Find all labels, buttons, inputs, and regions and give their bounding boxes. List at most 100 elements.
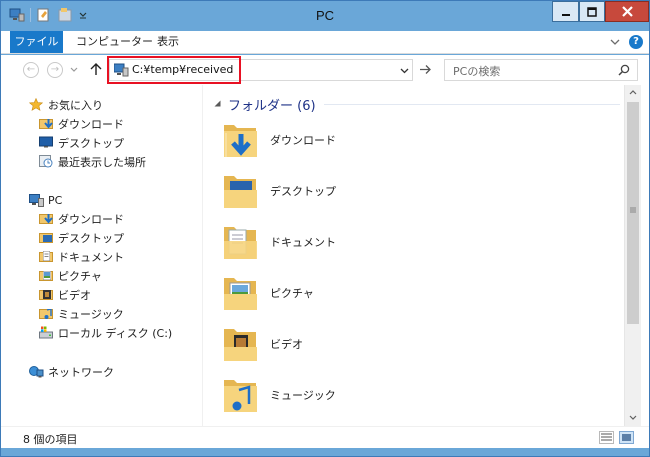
group-divider (323, 103, 620, 105)
documents-folder-icon (220, 221, 260, 263)
folder-tile-label: ミュージック (270, 389, 336, 402)
nav-favorites-label: お気に入り (48, 98, 103, 112)
maximize-button[interactable] (579, 1, 605, 22)
tab-view[interactable]: 表示 (151, 31, 185, 53)
close-button[interactable] (605, 1, 649, 22)
folder-tile-label: ダウンロード (270, 134, 336, 147)
nav-pc-desktop[interactable]: デスクトップ (39, 228, 124, 247)
recent-places-icon (39, 155, 53, 168)
desktop-folder-icon (220, 170, 260, 212)
desktop-folder-icon (39, 231, 53, 244)
vertical-scrollbar[interactable] (624, 85, 641, 426)
nav-pc[interactable]: PC (29, 191, 62, 210)
nav-pc-documents-label: ドキュメント (58, 250, 124, 264)
address-dropdown-icon[interactable] (400, 68, 409, 74)
nav-pc-pictures-label: ピクチャ (58, 269, 102, 283)
minimize-button[interactable] (552, 1, 579, 22)
recent-locations-chevron-icon[interactable] (70, 67, 78, 73)
nav-pc-local-disk[interactable]: ローカル ディスク (C:) (39, 323, 172, 342)
nav-network[interactable]: ネットワーク (29, 362, 114, 381)
explorer-window: PC ファイル コンピューター 表示 ? ← → C:¥temp¥receive… (0, 0, 650, 457)
nav-pc-local-disk-label: ローカル ディスク (C:) (58, 326, 173, 340)
music-folder-icon (39, 307, 53, 320)
nav-fav-desktop-label: デスクトップ (58, 136, 124, 150)
network-icon (29, 365, 44, 378)
music-folder-icon (220, 374, 260, 416)
folder-tile-label: ドキュメント (270, 236, 336, 249)
nav-pc-videos[interactable]: ビデオ (39, 285, 91, 304)
address-highlight-box (107, 56, 241, 84)
details-view-icon (601, 433, 612, 441)
folder-tile-music[interactable]: ミュージック (220, 372, 336, 418)
folder-tile-pictures[interactable]: ピクチャ (220, 270, 314, 316)
scrollbar-thumb[interactable] (627, 102, 639, 324)
download-folder-icon (220, 119, 260, 161)
forward-arrow-icon: → (50, 64, 60, 75)
tab-computer[interactable]: コンピューター (70, 31, 159, 53)
address-toolbar: ← → C:¥temp¥received PCの検索 (1, 55, 649, 85)
download-folder-icon (39, 117, 53, 130)
maximize-icon (587, 6, 597, 17)
videos-folder-icon (39, 288, 53, 301)
nav-fav-recent-label: 最近表示した場所 (58, 155, 146, 169)
folder-tile-label: ピクチャ (270, 287, 314, 300)
details-view-button[interactable] (599, 431, 614, 444)
group-header-label: フォルダー (6) (228, 98, 316, 114)
pictures-folder-icon (220, 272, 260, 314)
item-count: 8 個の項目 (23, 433, 78, 446)
collapse-group-icon[interactable] (214, 100, 222, 108)
back-button[interactable]: ← (23, 62, 39, 78)
nav-pc-downloads-label: ダウンロード (58, 212, 124, 226)
folder-tile-downloads[interactable]: ダウンロード (220, 117, 336, 163)
download-folder-icon (39, 212, 53, 225)
nav-fav-desktop[interactable]: デスクトップ (39, 133, 124, 152)
scroll-down-arrow-icon[interactable] (625, 410, 641, 426)
nav-pc-documents[interactable]: ドキュメント (39, 247, 124, 266)
folder-tile-desktop[interactable]: デスクトップ (220, 168, 336, 214)
go-arrow-icon[interactable] (419, 64, 432, 75)
local-disk-icon (39, 326, 53, 339)
close-icon (621, 6, 633, 17)
expand-ribbon-icon[interactable] (610, 38, 620, 46)
nav-pc-videos-label: ビデオ (58, 288, 91, 302)
pc-icon (29, 194, 44, 207)
search-placeholder: PCの検索 (453, 65, 501, 78)
content-area: お気に入り ダウンロード デスクトップ 最近表示した場所 PC ダウンロード デ… (1, 85, 649, 426)
folder-tile-label: ビデオ (270, 338, 303, 351)
minimize-icon (561, 13, 570, 16)
nav-pc-music-label: ミュージック (58, 307, 124, 321)
help-icon[interactable]: ? (629, 35, 643, 49)
nav-pc-pictures[interactable]: ピクチャ (39, 266, 102, 285)
nav-fav-recent[interactable]: 最近表示した場所 (39, 152, 146, 171)
folder-tile-label: デスクトップ (270, 185, 336, 198)
search-box[interactable]: PCの検索 (444, 59, 638, 81)
pictures-folder-icon (39, 269, 53, 282)
ribbon-controls: ? (610, 35, 643, 49)
nav-pc-music[interactable]: ミュージック (39, 304, 124, 323)
up-arrow-icon[interactable] (90, 63, 102, 76)
nav-favorites[interactable]: お気に入り (28, 95, 103, 114)
nav-fav-downloads[interactable]: ダウンロード (39, 114, 124, 133)
grip-icon (630, 207, 636, 213)
scroll-up-arrow-icon[interactable] (625, 85, 641, 101)
back-arrow-icon: ← (26, 64, 36, 75)
search-icon[interactable] (618, 64, 630, 76)
documents-folder-icon (39, 250, 53, 263)
tab-file[interactable]: ファイル (10, 31, 63, 53)
star-icon (28, 97, 44, 111)
status-bar: 8 個の項目 (1, 426, 649, 448)
folder-tile-videos[interactable]: ビデオ (220, 321, 303, 367)
desktop-icon (39, 136, 53, 149)
group-header-folders[interactable]: フォルダー (6) (214, 95, 620, 114)
nav-pc-label: PC (48, 194, 63, 207)
navigation-pane: お気に入り ダウンロード デスクトップ 最近表示した場所 PC ダウンロード デ… (1, 85, 203, 426)
large-icons-view-icon (622, 434, 631, 441)
forward-button[interactable]: → (47, 62, 63, 78)
file-list: フォルダー (6) ダウンロード デスクトップ ドキュメント ピクチャ ビデオ … (204, 85, 624, 426)
videos-folder-icon (220, 323, 260, 365)
nav-network-label: ネットワーク (48, 365, 114, 379)
nav-pc-downloads[interactable]: ダウンロード (39, 209, 124, 228)
large-icons-view-button[interactable] (619, 431, 634, 444)
title-bar: PC (1, 1, 649, 31)
folder-tile-documents[interactable]: ドキュメント (220, 219, 336, 265)
